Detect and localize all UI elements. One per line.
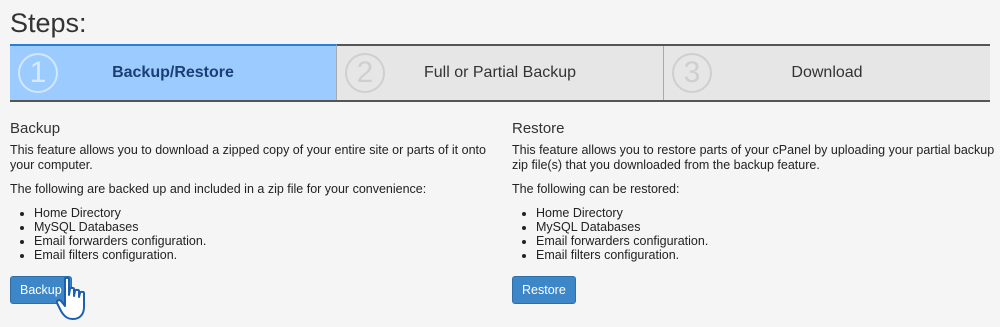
list-item: Email filters configuration. <box>34 248 495 262</box>
list-item: MySQL Databases <box>536 220 997 234</box>
list-item: Email forwarders configuration. <box>34 234 495 248</box>
restore-heading: Restore <box>512 120 565 137</box>
page-title: Steps: <box>10 8 87 38</box>
restore-button[interactable]: Restore <box>512 276 576 304</box>
steps-bar: 1 Backup/Restore 2 Full or Partial Backu… <box>10 44 990 102</box>
restore-note: The following can be restored: <box>512 182 680 196</box>
step-number-2: 2 <box>345 53 385 93</box>
list-item: Home Directory <box>34 206 495 220</box>
list-item: Home Directory <box>536 206 997 220</box>
step-download[interactable]: 3 Download <box>664 46 990 100</box>
step-number-3: 3 <box>672 53 712 93</box>
step-label: Backup/Restore <box>112 64 234 81</box>
list-item: Email forwarders configuration. <box>536 234 997 248</box>
restore-description: This feature allows you to restore parts… <box>512 143 995 172</box>
restore-section: Restore This feature allows you to resto… <box>512 120 997 304</box>
backup-note: The following are backed up and included… <box>10 182 427 196</box>
step-label: Full or Partial Backup <box>423 64 577 81</box>
backup-description: This feature allows you to download a zi… <box>10 143 486 172</box>
step-number-1: 1 <box>18 53 58 93</box>
list-item: Email filters configuration. <box>536 248 997 262</box>
step-label: Download <box>791 64 863 81</box>
hand-pointer-icon <box>56 277 85 320</box>
backup-heading: Backup <box>10 120 61 137</box>
step-backup-restore[interactable]: 1 Backup/Restore <box>10 44 337 100</box>
restore-items-list: Home Directory MySQL Databases Email for… <box>512 206 997 262</box>
list-item: MySQL Databases <box>34 220 495 234</box>
backup-items-list: Home Directory MySQL Databases Email for… <box>10 206 495 262</box>
step-full-or-partial-backup[interactable]: 2 Full or Partial Backup <box>337 46 664 100</box>
